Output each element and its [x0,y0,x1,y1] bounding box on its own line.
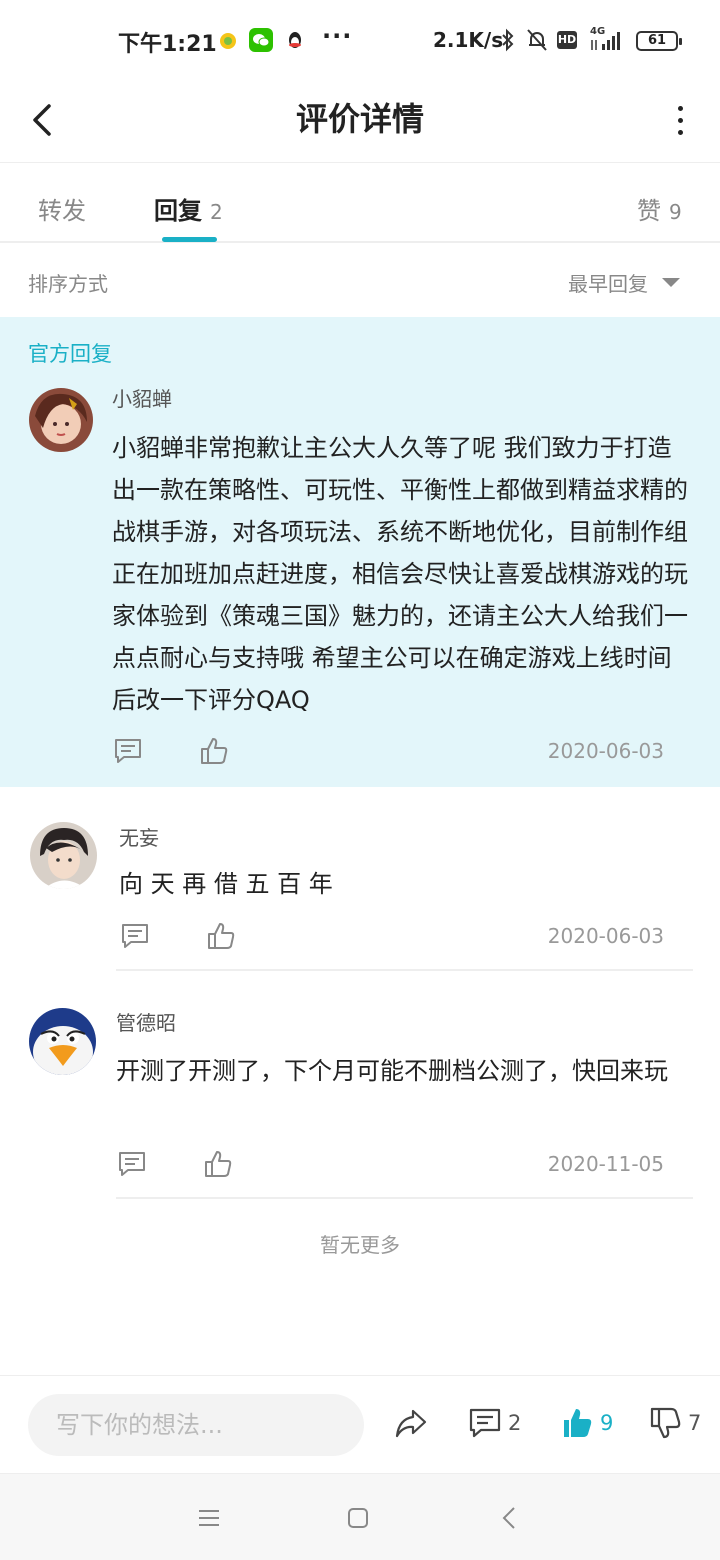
author-name[interactable]: 管德昭 [116,1007,176,1036]
active-tab-indicator [162,237,217,242]
app-notification-icon [216,28,240,52]
comment-count: 2 [508,1411,522,1435]
more-options-button[interactable] [668,98,692,142]
thumbs-down-icon [650,1407,681,1439]
sort-label: 排序方式 [28,272,108,296]
thumbs-up-icon [564,1409,592,1437]
comment-input[interactable] [28,1394,364,1456]
tab-label: 转发 [38,197,86,225]
menu-icon [199,1510,219,1526]
reply-date: 2020-06-03 [547,739,664,763]
page-header: 评价详情 [0,80,720,163]
divider [116,969,693,971]
avatar[interactable] [30,822,97,889]
no-more-label: 暂无更多 [320,1233,400,1257]
avatar[interactable] [29,1008,96,1075]
official-reply: 官方回复 小貂蝉 小貂蝉非常抱歉让主公大人久等了呢 我们致力于打造出一款在策略性… [0,317,720,787]
reply-date: 2020-11-05 [547,1152,664,1176]
tab-forward[interactable]: 转发 [38,191,86,226]
thumbs-up-icon[interactable] [202,1148,234,1180]
home-square-icon [348,1508,368,1528]
tab-count: 2 [210,200,223,224]
home-nav-button[interactable] [340,1502,376,1534]
avatar[interactable] [29,388,93,452]
author-name[interactable]: 小貂蝉 [112,383,172,412]
battery-indicator: 61 [636,31,682,51]
network-speed: 2.1K/s [433,28,504,52]
sort-dropdown[interactable]: 最早回复 [568,268,680,297]
reply-text: 向 天 再 借 五 百 年 [119,870,333,898]
more-vertical-icon [677,105,683,111]
author-name[interactable]: 无妄 [119,822,159,851]
status-bar: 下午1:21 ··· 2.1K/s HD 4G 61 [0,0,720,80]
sort-row: 排序方式 最早回复 [0,243,720,317]
mute-bell-icon [526,28,548,56]
back-nav-button[interactable] [491,1502,527,1534]
menu-nav-button[interactable] [191,1502,227,1534]
reply-text: 小貂蝉非常抱歉让主公大人久等了呢 我们致力于打造出一款在策略性、可玩性、平衡性上… [112,434,688,714]
comment-icon[interactable] [119,920,151,952]
status-time: 下午1:21 [118,32,217,57]
page-title: 评价详情 [295,100,424,138]
comment-button[interactable]: 2 [468,1406,521,1440]
official-reply-label: 官方回复 [28,342,112,366]
dislike-button[interactable]: 7 [648,1406,701,1440]
comment-icon[interactable] [116,1148,148,1180]
share-button[interactable] [394,1406,428,1440]
wechat-icon [249,28,273,52]
reply-text: 开测了开测了，下个月可能不删档公测了，快回来玩 [116,1057,668,1085]
like-button[interactable]: 9 [560,1406,613,1440]
tab-replies[interactable]: 回复 2 [154,191,223,226]
signal-icon: 4G [588,26,628,58]
tab-label: 回复 [154,197,202,225]
comment-icon [469,1408,501,1438]
tab-count: 9 [669,200,682,224]
like-count: 9 [600,1411,614,1435]
share-icon [395,1409,427,1438]
sort-value: 最早回复 [568,272,648,296]
reply-date: 2020-06-03 [547,924,664,948]
bluetooth-icon [500,28,516,56]
tab-label: 赞 [637,197,661,225]
network-type: 4G [590,26,606,37]
divider [116,1197,693,1199]
comment-icon[interactable] [112,735,144,767]
tab-likes[interactable]: 赞9 [637,191,682,226]
back-triangle-icon [502,1507,515,1529]
more-notifications-icon: ··· [322,22,353,50]
thumbs-up-icon[interactable] [198,735,230,767]
system-nav-bar [0,1473,720,1560]
thumbs-up-icon[interactable] [205,920,237,952]
bottom-action-bar: 2 9 7 [0,1375,720,1473]
dislike-count: 7 [688,1411,702,1435]
tab-bar: 转发 回复 2 赞9 [0,163,720,243]
hd-icon: HD [557,31,577,49]
qq-icon [283,28,307,52]
caret-down-icon [662,278,680,287]
